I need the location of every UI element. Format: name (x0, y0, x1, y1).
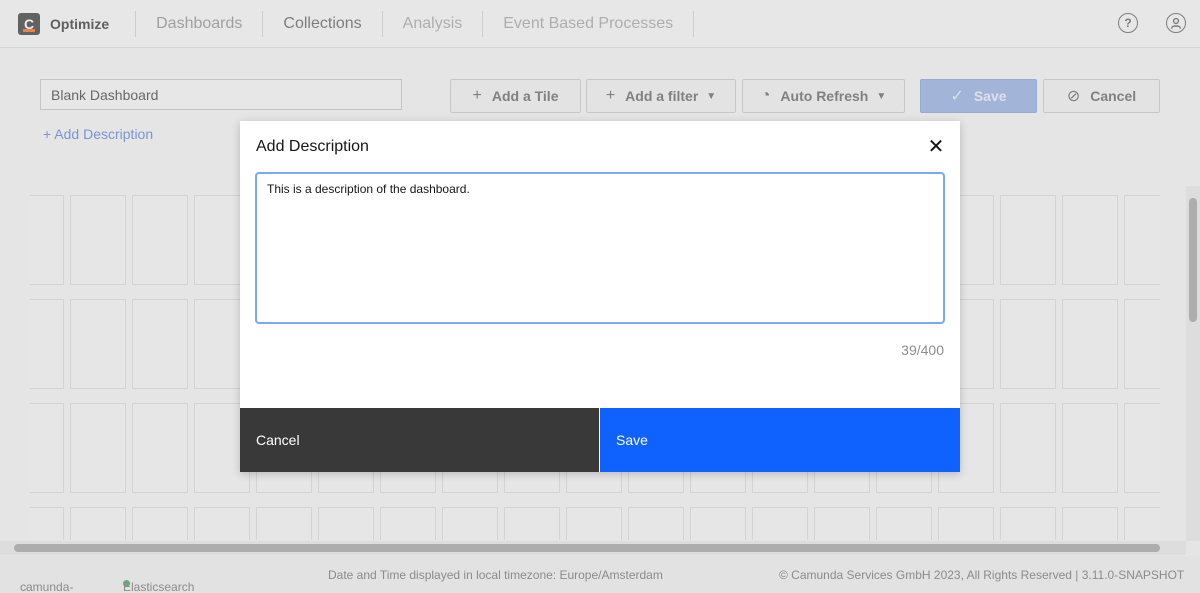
modal-title: Add Description (256, 138, 369, 155)
modal-save-button[interactable]: Save (600, 408, 960, 472)
add-description-modal: Add Description ✕ This is a description … (240, 121, 960, 472)
close-icon[interactable]: ✕ (926, 134, 946, 159)
description-textarea[interactable]: This is a description of the dashboard. (255, 172, 945, 324)
character-counter: 39/400 (901, 342, 944, 358)
modal-cancel-button[interactable]: Cancel (240, 408, 599, 472)
